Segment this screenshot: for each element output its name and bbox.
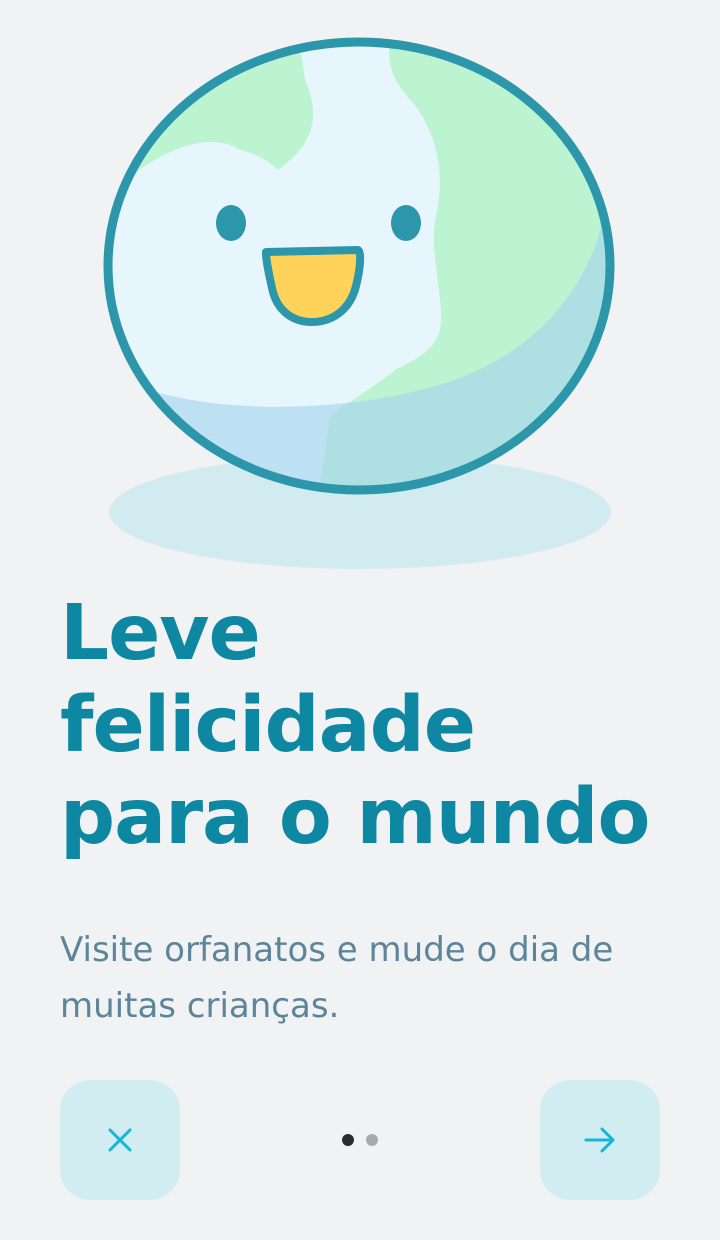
- page-dot-active: [342, 1134, 354, 1146]
- right-eye-icon: [391, 205, 421, 241]
- page-description: Visite orfanatos e mude o dia de muitas …: [60, 930, 614, 1026]
- earth-illustration: [100, 30, 620, 575]
- close-button[interactable]: [60, 1080, 180, 1200]
- page-title: Leve felicidade para o mundo: [60, 589, 650, 862]
- page-indicator: [342, 1134, 378, 1146]
- left-eye-icon: [216, 205, 246, 241]
- page-dot-inactive: [366, 1134, 378, 1146]
- close-icon: [108, 1128, 132, 1152]
- mouth-icon: [262, 246, 365, 326]
- arrow-right-icon: [584, 1127, 615, 1153]
- next-button[interactable]: [540, 1080, 660, 1200]
